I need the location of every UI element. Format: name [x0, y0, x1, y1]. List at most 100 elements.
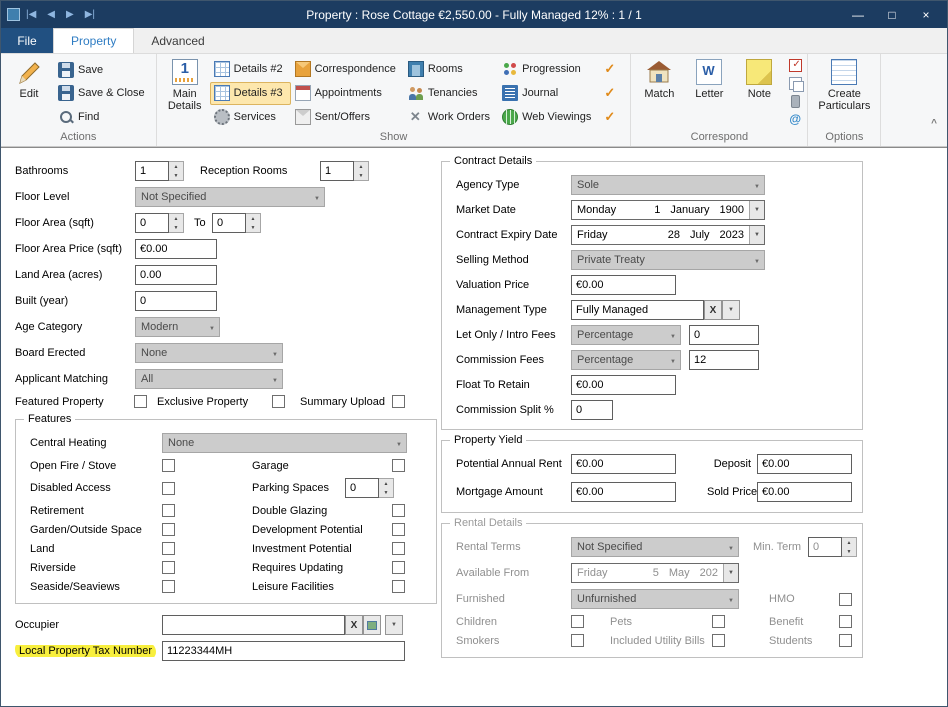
floor-area-to-spinner[interactable]: 0: [212, 213, 261, 233]
market-date-picker[interactable]: Monday 1 January 1900: [571, 200, 765, 220]
disabled-access-checkbox[interactable]: [162, 482, 175, 495]
work-orders-button[interactable]: Work Orders: [404, 106, 498, 129]
board-erected-select[interactable]: None: [135, 343, 283, 363]
floor-level-select[interactable]: Not Specified: [135, 187, 325, 207]
contract-expiry-picker[interactable]: Friday 28 July 2023: [571, 225, 765, 245]
retirement-checkbox[interactable]: [162, 504, 175, 517]
featured-property-checkbox[interactable]: [134, 395, 147, 408]
students-checkbox[interactable]: [839, 634, 852, 647]
seaside-checkbox[interactable]: [162, 580, 175, 593]
children-checkbox[interactable]: [571, 615, 584, 628]
sent-offers-button[interactable]: Sent/Offers: [291, 106, 404, 129]
commission-fees-select[interactable]: Percentage: [571, 350, 681, 370]
tasks-check-icon[interactable]: [789, 59, 802, 72]
riverside-checkbox[interactable]: [162, 561, 175, 574]
bathrooms-spinner[interactable]: 1: [135, 161, 184, 181]
minimize-button[interactable]: —: [841, 3, 875, 26]
calendar-dropdown-icon[interactable]: [749, 226, 764, 244]
close-button[interactable]: ×: [909, 3, 943, 26]
occupier-input[interactable]: [162, 615, 345, 635]
valuation-price-input[interactable]: €0.00: [571, 275, 676, 295]
details-2-button[interactable]: Details #2: [210, 58, 291, 81]
summary-upload-checkbox[interactable]: [392, 395, 405, 408]
floor-area-price-input[interactable]: €0.00: [135, 239, 217, 259]
let-only-fees-input[interactable]: 0: [689, 325, 759, 345]
note-button[interactable]: Note: [734, 56, 784, 130]
min-term-spinner[interactable]: 0: [808, 537, 857, 557]
match-button[interactable]: Match: [634, 56, 684, 130]
benefit-checkbox[interactable]: [839, 615, 852, 628]
management-type-dropdown-button[interactable]: [722, 300, 740, 320]
spin-up-icon[interactable]: [169, 214, 183, 223]
included-utility-bills-checkbox[interactable]: [712, 634, 725, 647]
phone-icon[interactable]: [791, 95, 800, 108]
letter-button[interactable]: Letter: [684, 56, 734, 130]
services-button[interactable]: Services: [210, 106, 291, 129]
land-area-input[interactable]: 0.00: [135, 265, 217, 285]
ribbon-collapse-button[interactable]: ^: [931, 118, 937, 129]
garden-outside-checkbox[interactable]: [162, 523, 175, 536]
requires-updating-checkbox[interactable]: [392, 561, 405, 574]
occupier-picker-button[interactable]: [363, 615, 381, 635]
investment-potential-checkbox[interactable]: [392, 542, 405, 555]
spin-down-icon[interactable]: [842, 547, 856, 556]
correspondence-button[interactable]: Correspondence: [291, 58, 404, 81]
potential-annual-rent-input[interactable]: €0.00: [571, 454, 676, 474]
exclusive-property-checkbox[interactable]: [272, 395, 285, 408]
last-record-icon[interactable]: ▶|: [85, 9, 95, 20]
email-at-icon[interactable]: [789, 113, 802, 126]
spin-down-icon[interactable]: [379, 488, 393, 497]
floor-area-spinner[interactable]: 0: [135, 213, 184, 233]
details-3-button[interactable]: Details #3: [210, 82, 291, 105]
leisure-facilities-checkbox[interactable]: [392, 580, 405, 593]
smokers-checkbox[interactable]: [571, 634, 584, 647]
save-close-button[interactable]: Save & Close: [54, 82, 153, 105]
find-button[interactable]: Find: [54, 105, 153, 128]
let-only-fees-select[interactable]: Percentage: [571, 325, 681, 345]
management-type-input[interactable]: Fully Managed: [571, 300, 704, 320]
lpt-number-input[interactable]: 11223344MH: [162, 641, 405, 661]
edit-button[interactable]: Edit: [4, 56, 54, 130]
mortgage-amount-input[interactable]: €0.00: [571, 482, 676, 502]
spin-up-icon[interactable]: [354, 162, 368, 171]
commission-split-input[interactable]: 0: [571, 400, 613, 420]
furnished-select[interactable]: Unfurnished: [571, 589, 739, 609]
open-fire-checkbox[interactable]: [162, 459, 175, 472]
age-category-select[interactable]: Modern: [135, 317, 220, 337]
spin-down-icon[interactable]: [354, 171, 368, 180]
spin-down-icon[interactable]: [169, 171, 183, 180]
rooms-button[interactable]: Rooms: [404, 58, 498, 81]
calendar-dropdown-icon[interactable]: [749, 201, 764, 219]
built-year-input[interactable]: 0: [135, 291, 217, 311]
selling-method-select[interactable]: Private Treaty: [571, 250, 765, 270]
applicant-matching-select[interactable]: All: [135, 369, 283, 389]
float-to-retain-input[interactable]: €0.00: [571, 375, 676, 395]
spin-up-icon[interactable]: [169, 162, 183, 171]
journal-button[interactable]: Journal: [498, 82, 599, 105]
copy-icon[interactable]: [789, 77, 802, 90]
parking-spaces-spinner[interactable]: 0: [345, 478, 394, 498]
previous-record-icon[interactable]: ◀: [47, 9, 55, 20]
double-glazing-checkbox[interactable]: [392, 504, 405, 517]
spin-up-icon[interactable]: [379, 479, 393, 488]
spin-up-icon[interactable]: [842, 538, 856, 547]
progression-button[interactable]: Progression: [498, 58, 599, 81]
deposit-input[interactable]: €0.00: [757, 454, 852, 474]
next-record-icon[interactable]: ▶: [66, 9, 74, 20]
main-details-button[interactable]: Main Details: [160, 56, 210, 130]
sold-price-input[interactable]: €0.00: [757, 482, 852, 502]
agency-type-select[interactable]: Sole: [571, 175, 765, 195]
occupier-dropdown-button[interactable]: [385, 615, 403, 635]
available-from-picker[interactable]: Friday 5 May 202: [571, 563, 739, 583]
appointments-button[interactable]: Appointments: [291, 82, 404, 105]
land-checkbox[interactable]: [162, 542, 175, 555]
spin-down-icon[interactable]: [169, 223, 183, 232]
highlight-check-button-1[interactable]: [599, 58, 627, 81]
pets-checkbox[interactable]: [712, 615, 725, 628]
maximize-button[interactable]: □: [875, 3, 909, 26]
hmo-checkbox[interactable]: [839, 593, 852, 606]
tab-advanced[interactable]: Advanced: [134, 28, 221, 53]
occupier-clear-button[interactable]: [345, 615, 363, 635]
tenancies-button[interactable]: Tenancies: [404, 82, 498, 105]
tab-file[interactable]: File: [1, 28, 53, 53]
